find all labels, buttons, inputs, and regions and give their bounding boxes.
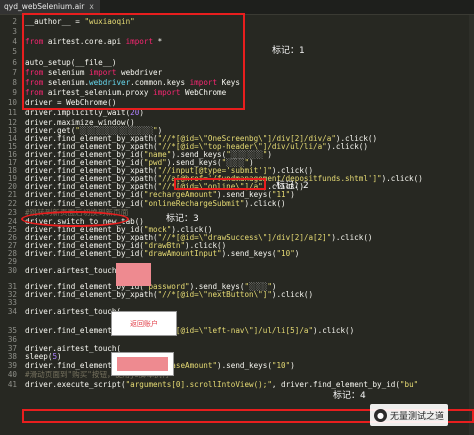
touch-image-1: [116, 263, 151, 286]
touch-image-3-button: [117, 357, 168, 371]
watermark: ● 无量测试之道: [370, 404, 449, 426]
wechat-icon: ●: [374, 408, 387, 422]
code-token: "rechargeAmount": [143, 190, 218, 199]
code-token: driver.find_element_by_id(: [25, 190, 144, 199]
code-token: driver.find_element_by_xpath(: [25, 290, 158, 299]
code-token: "10": [276, 249, 295, 258]
code-token: sleep(: [25, 352, 53, 361]
line-number: 41: [7, 380, 17, 389]
code-token: ).send_keys(: [217, 361, 272, 370]
annotation-ellipse-3: [21, 211, 129, 227]
annotation-box-1: [22, 13, 245, 110]
code-token: ).click(): [326, 142, 368, 151]
annotation-label-4: 标记：4: [333, 391, 366, 401]
code-token: ).click(): [271, 290, 314, 299]
code-token: driver.execute_script(: [25, 380, 126, 389]
code-token: ): [290, 361, 295, 370]
code-text: driver.airtest_touch(: [25, 266, 121, 276]
code-token: "arguments[0].scrollIntoView();": [125, 380, 272, 389]
code-token: driver.find_element_by_id(: [25, 199, 144, 208]
watermark-text: 无量测试之道: [390, 411, 445, 422]
code-token: "onlineRechargeSubmit": [143, 199, 245, 208]
line-number: 11: [7, 108, 17, 117]
vertical-scrollbar[interactable]: [469, 15, 474, 435]
line-number: 34: [7, 307, 17, 316]
annotation-label-2: 标记：2: [276, 181, 309, 191]
line-number: 7: [12, 68, 17, 77]
line-number: 4: [12, 37, 17, 46]
back-to-account-text: 返回账户: [130, 319, 158, 328]
code-token: driver.find_element_by_id(: [25, 249, 144, 258]
line-number: 40: [7, 370, 17, 379]
line-number: 3: [12, 27, 17, 36]
line-number: 30: [7, 266, 17, 275]
code-text: driver.find_element_by_xpath("//*[@id=\"…: [25, 290, 313, 300]
code-token: ).click(): [381, 174, 423, 183]
annotation-label-1: 标记：1: [272, 46, 305, 56]
code-token: ).click(): [244, 199, 286, 208]
code-token: ).send_keys(: [221, 249, 277, 258]
code-token: "bu": [399, 380, 419, 389]
close-icon[interactable]: x: [89, 2, 93, 11]
code-token: driver.airtest_touch(: [25, 307, 122, 316]
code-token: ).click(): [313, 326, 355, 335]
file-tab-title: qyd_webSelenium.air: [4, 2, 85, 11]
touch-image-2: 返回账户: [111, 311, 177, 336]
annotation-label-3: 标记：3: [166, 214, 199, 224]
file-tab[interactable]: qyd_webSelenium.air x: [0, 0, 100, 14]
touch-image-3: [111, 352, 174, 376]
code-text: driver.find_element_by_id("drawAmountInp…: [25, 249, 299, 259]
code-token: ).click(): [331, 233, 373, 242]
code-token: "//*[@id=\"left-nav\"]/ul/li[5]/a": [157, 326, 314, 335]
code-token: "drawAmountInput": [143, 249, 222, 258]
code-token: ): [290, 190, 295, 199]
code-token: "10": [271, 361, 291, 370]
code-token: "//*[@id=\"nextButton\"]": [157, 290, 272, 299]
line-number: 5: [12, 47, 17, 56]
code-text: driver.find_element_by_xpath("//*[@id=\"…: [25, 326, 354, 336]
code-token: ): [57, 352, 62, 361]
code-token: ).send_keys(: [217, 190, 272, 199]
line-number: 9: [12, 88, 17, 97]
line-number: 8: [12, 78, 17, 87]
line-number: 2: [12, 17, 17, 26]
code-text: driver.airtest_touch(: [25, 307, 121, 317]
line-number: 6: [12, 58, 17, 67]
code-token: driver.airtest_touch(: [25, 266, 122, 275]
code-token: ): [294, 249, 300, 258]
annotation-box-2: [174, 178, 266, 190]
line-number: 10: [7, 98, 17, 107]
code-token: ): [267, 150, 272, 159]
code-token: "11": [271, 190, 291, 199]
